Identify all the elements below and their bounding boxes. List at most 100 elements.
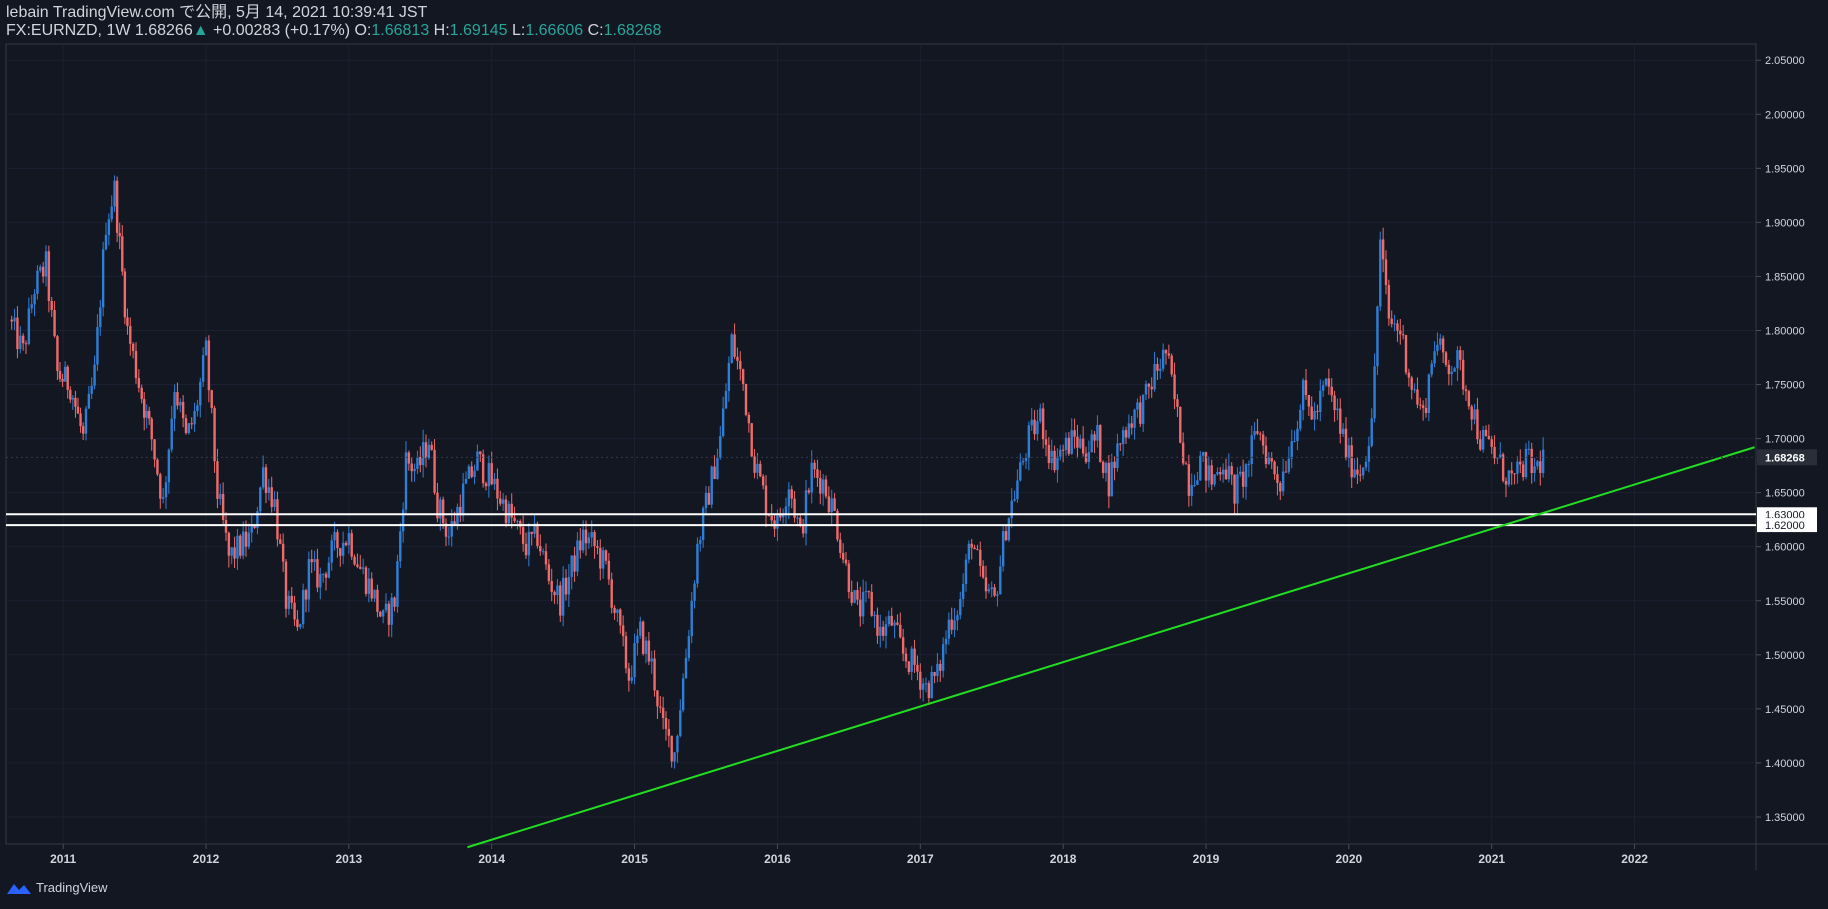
candle-body <box>1333 395 1336 411</box>
candle-body <box>379 611 382 617</box>
candle-body <box>1201 452 1205 456</box>
candle-body <box>1190 485 1193 496</box>
candle-body <box>1036 421 1039 435</box>
candle-body <box>807 490 811 493</box>
candle-body <box>699 540 702 544</box>
candle-body <box>310 559 313 563</box>
candle-body <box>721 408 725 437</box>
candle-body <box>1044 439 1048 445</box>
candle-body <box>1193 484 1196 486</box>
price-chart[interactable]: 1.630001.62000 1.350001.400001.450001.50… <box>0 0 1828 909</box>
candle-body <box>521 527 525 544</box>
x-axis[interactable]: 2011 2012 2013 2014 2015 2016 2017 2018 2019 2020… <box>50 844 1648 866</box>
candle-body <box>1170 355 1173 375</box>
trendline-group[interactable] <box>467 446 1755 849</box>
candle-body <box>661 707 665 718</box>
candle-body <box>399 531 402 562</box>
candle-body <box>115 180 119 233</box>
candle-body <box>453 521 456 525</box>
candle-body <box>390 597 393 625</box>
trendline <box>467 446 1755 849</box>
candle-body <box>1159 368 1162 371</box>
candle-body <box>676 735 679 753</box>
candle-body <box>479 451 482 455</box>
candle-body <box>307 559 311 600</box>
candle-body <box>416 457 419 469</box>
candle-body <box>904 653 908 662</box>
candle-body <box>1224 469 1228 480</box>
candle-body <box>1113 461 1116 468</box>
candle-body <box>1213 474 1216 485</box>
candle-body <box>50 300 53 311</box>
candle-body <box>230 547 233 556</box>
candle-body <box>324 573 328 578</box>
candle-body <box>1173 374 1176 400</box>
candle-body <box>1176 399 1179 407</box>
candle-body <box>336 532 339 549</box>
candle-body <box>530 531 533 534</box>
candle-body <box>1290 441 1293 459</box>
candle-body <box>53 310 56 337</box>
candle-body <box>1324 378 1328 386</box>
candle-body <box>161 497 165 499</box>
candle-body <box>850 591 853 603</box>
candle-body <box>1013 499 1016 501</box>
candle-body <box>1361 467 1365 476</box>
candle-body <box>30 304 33 309</box>
candle-body <box>830 498 833 513</box>
candle-body <box>1247 463 1251 465</box>
candle-body <box>1179 406 1182 443</box>
candle-body <box>876 614 879 636</box>
candle-body <box>1150 386 1153 390</box>
candle-body <box>833 498 836 511</box>
candle-body <box>750 423 753 457</box>
candle-body <box>1350 445 1353 478</box>
candle-body <box>650 658 653 662</box>
y-tick-label: 1.85000 <box>1765 271 1805 283</box>
candle-body <box>1124 430 1128 438</box>
candle-body <box>1087 452 1091 463</box>
candle-body <box>1387 285 1391 319</box>
candle-body <box>264 467 268 494</box>
candle-body <box>556 585 559 596</box>
candle-body <box>153 439 156 460</box>
candle-body <box>319 574 322 588</box>
candle-body <box>616 609 619 613</box>
candle-body <box>344 542 348 546</box>
candle-body <box>181 401 185 419</box>
candle-body <box>653 658 656 691</box>
candle-body <box>1281 471 1285 492</box>
candle-body <box>1513 473 1516 475</box>
candle-body <box>187 423 191 434</box>
candle-body <box>123 271 127 318</box>
candle-body <box>1459 350 1462 360</box>
candle-body <box>227 532 231 556</box>
candle-body <box>1379 239 1382 307</box>
candle-body <box>921 683 925 690</box>
candle-body <box>1064 437 1068 450</box>
candle-body <box>684 657 688 679</box>
candle-body <box>899 624 902 638</box>
candle-body <box>1144 383 1148 395</box>
candle-body <box>33 293 36 305</box>
candle-body <box>1127 423 1131 438</box>
candle-body <box>1047 444 1051 464</box>
candle-body <box>1236 474 1239 504</box>
candle-body <box>739 360 742 370</box>
candle-body <box>1219 471 1222 475</box>
candle-body <box>636 635 639 644</box>
candle-body <box>433 449 436 493</box>
y-tick-label: 1.70000 <box>1765 434 1805 446</box>
candle-body <box>456 506 459 525</box>
candle-body <box>396 561 399 607</box>
candle-body <box>536 523 539 546</box>
candle-body <box>284 561 288 609</box>
candle-body <box>679 710 682 736</box>
candle-body <box>1207 465 1211 481</box>
candle-body <box>844 559 848 564</box>
candle-body <box>1130 423 1133 428</box>
candle-body <box>790 489 793 499</box>
candle-body <box>1399 330 1402 335</box>
candle-body <box>930 672 933 699</box>
candle-body <box>593 532 596 547</box>
